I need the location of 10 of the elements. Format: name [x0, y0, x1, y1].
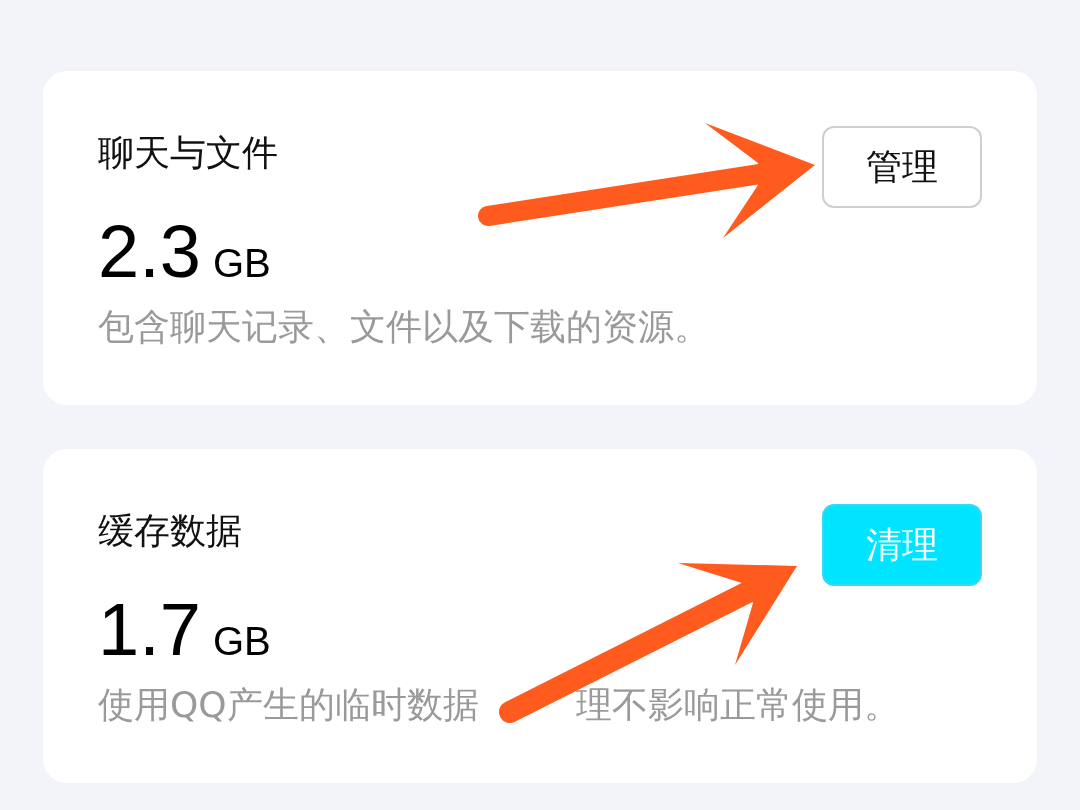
description-text: 包含聊天记录、文件以及下载的资源。	[98, 305, 710, 349]
description-text: 使用QQ产生的临时数据	[98, 683, 479, 727]
size-unit: GB	[212, 241, 271, 285]
section-title: 缓存数据	[98, 509, 242, 553]
section-title: 聊天与文件	[98, 131, 278, 175]
storage-size: 1.7	[98, 590, 201, 670]
action-button[interactable]: 管理	[822, 126, 982, 208]
storage-size: 2.3	[98, 212, 201, 292]
description-text: 理不影响正常使用。	[575, 683, 900, 727]
size-unit: GB	[212, 619, 271, 663]
